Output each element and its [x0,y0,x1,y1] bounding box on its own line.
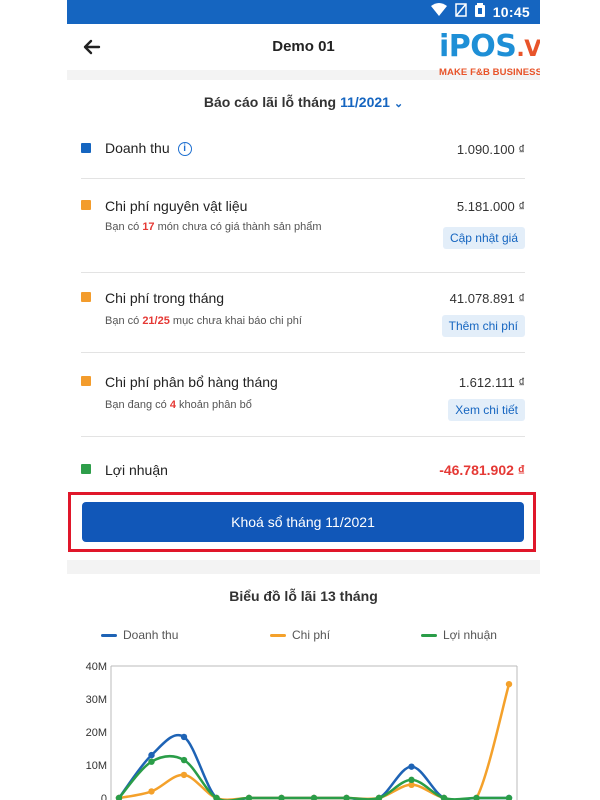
y-tick-label: 0 [101,793,107,800]
y-tick-label: 10M [86,760,107,772]
divider [81,352,525,353]
profit-point [180,756,188,764]
chart-legend: Doanh thu Chi phí Lợi nhuận [67,628,540,644]
profit-point [278,794,285,800]
add-cost-button[interactable]: Thêm chi phí [441,315,525,337]
revenue-point [180,733,188,741]
cost-point [505,680,513,688]
profit-point [408,776,415,784]
revenue-point [148,751,155,759]
lock-month-button[interactable]: Khoá sổ tháng 11/2021 [82,502,524,542]
logo-tagline: MAKE F&B BUSINESS BETTER [439,67,540,78]
material-cost-color-square [81,200,91,210]
monthly-cost-row: Chi phí trong tháng 41.078.891 ₫ Bạn có … [81,288,525,344]
y-tick-label: 40M [86,661,107,673]
y-tick-label: 20M [86,727,107,739]
allocation-cost-color-square [81,376,91,386]
y-tick-label: 30M [86,694,107,706]
profit-point [505,794,513,800]
profit-color-square [81,464,91,474]
divider [81,436,525,437]
revenue-point [408,763,415,770]
chart-card: Biểu đồ lỗ lãi 13 tháng Doanh thu Chi ph… [67,574,540,800]
status-icons: 10:45 [430,3,530,20]
profit-row: Lợi nhuận -46.781.902 ₫ [81,460,525,484]
allocation-cost-amount: 1.612.111 ₫ [458,375,525,390]
legend-item-revenue[interactable]: Doanh thu [101,628,178,642]
profit-point [148,758,155,765]
material-cost-note: Bạn có 17 món chưa có giá thành sản phẩm [105,221,322,233]
status-bar: 10:45 [67,0,540,24]
view-detail-button[interactable]: Xem chi tiết [448,399,525,421]
report-month: 11/2021 [340,94,390,110]
no-signal-icon [454,3,467,20]
profit-amount: -46.781.902 ₫ [439,462,525,478]
monthly-cost-color-square [81,292,91,302]
material-cost-label: Chi phí nguyên vật liệu [105,198,248,214]
cost-line [118,683,511,800]
legend-swatch [421,634,437,638]
revenue-row: Doanh thu i 1.090.100 ₫ [81,138,525,162]
profit-point [343,794,350,800]
monthly-cost-note: Bạn có 21/25 mục chưa khai báo chi phí [105,315,302,327]
divider [81,178,525,179]
legend-swatch [101,634,117,638]
allocation-cost-label: Chi phí phân bổ hàng tháng [105,374,278,390]
ipos-logo: iPOS.VN MAKE F&B BUSINESS BETTER [439,32,540,88]
cost-point [180,771,188,779]
status-time: 10:45 [492,3,530,20]
chart-title: Biểu đồ lỗ lãi 13 tháng [229,588,378,604]
profit-line [118,754,509,800]
legend-swatch [270,634,286,638]
allocation-cost-row: Chi phí phân bổ hàng tháng 1.612.111 ₫ B… [81,372,525,428]
cost-point [148,788,155,795]
phone-screen: 10:45 Demo 01 Báo cáo lãi lỗ tháng 11/202… [67,0,540,800]
legend-item-profit[interactable]: Lợi nhuận [421,628,497,642]
wifi-icon [430,3,447,20]
report-month-selector[interactable]: Báo cáo lãi lỗ tháng 11/2021 ⌄ [67,94,540,110]
profit-point [245,794,253,800]
profit-loss-report: Báo cáo lãi lỗ tháng 11/2021 ⌄ Doanh thu i … [67,80,540,560]
profit-label: Lợi nhuận [105,462,168,478]
highlight-box: Khoá sổ tháng 11/2021 [68,492,536,552]
update-price-button[interactable]: Cập nhật giá [442,227,525,249]
revenue-amount: 1.090.100 ₫ [456,142,525,157]
material-cost-amount: 5.181.000 ₫ [456,199,525,214]
revenue-line [118,734,509,800]
monthly-cost-amount: 41.078.891 ₫ [449,291,525,306]
revenue-label: Doanh thu [105,140,170,156]
legend-item-cost[interactable]: Chi phí [270,628,330,642]
chevron-down-icon: ⌄ [393,98,404,110]
report-title: Báo cáo lãi lỗ tháng [203,94,337,110]
profit-loss-chart: 40M 30M 20M 10M 0 [86,661,518,800]
monthly-cost-label: Chi phí trong tháng [105,290,225,306]
profit-point [310,794,318,800]
allocation-cost-note: Bạn đang có 4 khoản phân bổ [105,399,252,411]
material-cost-row: Chi phí nguyên vật liệu 5.181.000 ₫ Bạn … [81,196,525,266]
revenue-color-square [81,143,91,153]
divider [81,272,525,273]
info-icon[interactable]: i [177,142,192,157]
battery-icon [474,3,485,20]
